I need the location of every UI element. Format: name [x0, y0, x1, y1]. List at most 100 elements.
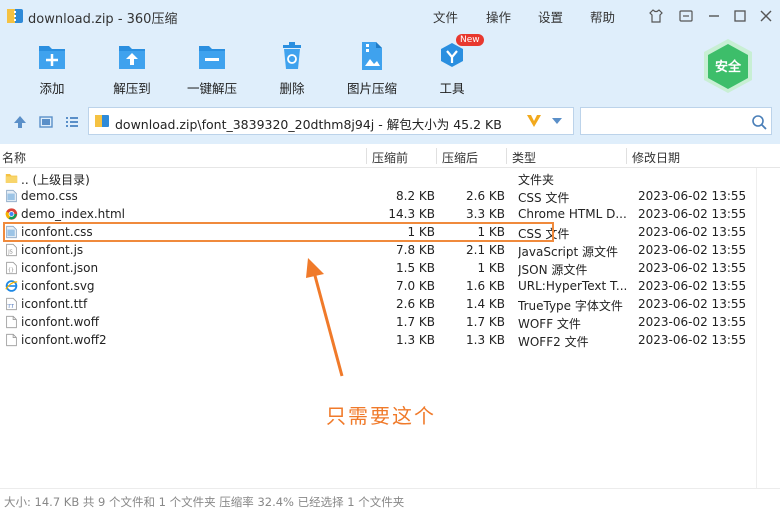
add-button[interactable]: 添加	[12, 32, 92, 100]
menu-help[interactable]: 帮助	[590, 7, 615, 26]
file-name: iconfont.js	[21, 243, 84, 257]
file-date: 2023-06-02 13:55	[638, 243, 747, 257]
trash-icon	[283, 42, 301, 69]
file-size: 14.3 KB	[388, 207, 435, 221]
column-compressed-size[interactable]: 压缩后	[442, 149, 478, 166]
file-row[interactable]: JS iconfont.js 7.8 KB 2.1 KB JavaScript 源文件 2…	[0, 241, 780, 259]
file-size: 7.8 KB	[396, 243, 435, 257]
json-file-icon: {}	[6, 261, 17, 275]
v-logo-icon[interactable]	[525, 113, 543, 129]
column-divider[interactable]	[436, 148, 437, 164]
up-arrow-icon[interactable]	[12, 114, 28, 130]
ie-icon	[5, 280, 18, 292]
file-date: 2023-06-02 13:55	[638, 333, 747, 347]
maximize-icon[interactable]	[732, 8, 748, 24]
file-row[interactable]: iconfont.svg 7.0 KB 1.6 KB URL:HyperText T.…	[0, 277, 780, 295]
column-divider[interactable]	[506, 148, 507, 164]
image-compress-icon	[362, 42, 382, 70]
chrome-icon	[5, 208, 18, 220]
tools-button[interactable]: New 工具	[412, 32, 492, 100]
delete-button[interactable]: 删除	[252, 32, 332, 100]
file-type: WOFF 文件	[518, 317, 581, 331]
column-divider[interactable]	[366, 148, 367, 164]
column-name[interactable]: 名称	[2, 149, 26, 166]
file-type: URL:HyperText T...	[518, 279, 628, 293]
svg-text:JS: JS	[7, 249, 13, 255]
search-icon[interactable]	[751, 114, 767, 130]
file-date: 2023-06-02 13:55	[638, 189, 747, 203]
one-click-extract-label: 一键解压	[186, 81, 237, 96]
file-compressed-size: 3.3 KB	[466, 207, 505, 221]
file-row[interactable]: demo.css 8.2 KB 2.6 KB CSS 文件 2023-06-02 13:…	[0, 187, 780, 205]
file-row[interactable]: iconfont.woff2 1.3 KB 1.3 KB WOFF2 文件 2023-0…	[0, 331, 780, 349]
file-compressed-size: 1.6 KB	[466, 279, 505, 293]
file-type: 文件夹	[518, 173, 555, 187]
column-type[interactable]: 类型	[512, 149, 536, 166]
file-date: 2023-06-02 13:55	[638, 225, 747, 239]
file-name: iconfont.woff2	[21, 333, 107, 347]
selection-highlight-box	[3, 222, 554, 242]
file-type: JSON 源文件	[518, 263, 588, 277]
close-icon[interactable]	[758, 8, 774, 24]
file-size: 7.0 KB	[396, 279, 435, 293]
search-input[interactable]	[580, 107, 772, 135]
one-click-extract-button[interactable]: 一键解压	[172, 32, 252, 100]
file-row[interactable]: TT iconfont.ttf 2.6 KB 1.4 KB TrueType 字体文件 2…	[0, 295, 780, 313]
extract-to-label: 解压到	[113, 81, 151, 96]
file-size: 1.3 KB	[396, 333, 435, 347]
file-type: CSS 文件	[518, 191, 570, 205]
file-row[interactable]: .. (上级目录) 文件夹	[0, 169, 780, 187]
annotation-text: 只需要这个	[326, 404, 436, 428]
file-compressed-size: 2.6 KB	[466, 189, 505, 203]
js-file-icon: JS	[6, 243, 17, 257]
file-date: 2023-06-02 13:55	[638, 315, 747, 329]
file-compressed-size: 1.4 KB	[466, 297, 505, 311]
file-row[interactable]: iconfont.woff 1.7 KB 1.7 KB WOFF 文件 2023-06-…	[0, 313, 780, 331]
chevron-down-icon[interactable]	[551, 117, 563, 125]
thumbnail-view-icon[interactable]	[38, 114, 54, 130]
file-compressed-size: 1 KB	[477, 261, 505, 275]
address-bar[interactable]: download.zip\font_3839320_20dthm8j94j - …	[88, 107, 574, 135]
file-name: demo.css	[21, 189, 78, 203]
annotation-arrow	[306, 258, 344, 377]
menu-file[interactable]: 文件	[433, 7, 458, 26]
file-type: Chrome HTML D...	[518, 207, 627, 221]
menu-operate[interactable]: 操作	[486, 7, 511, 26]
file-name: .. (上级目录)	[21, 173, 90, 187]
file-date: 2023-06-02 13:55	[638, 297, 747, 311]
skin-icon[interactable]	[648, 8, 664, 24]
svg-text:TT: TT	[7, 303, 14, 309]
file-row[interactable]: {} iconfont.json 1.5 KB 1 KB JSON 源文件 2023-06…	[0, 259, 780, 277]
column-divider[interactable]	[626, 148, 627, 164]
image-compress-button[interactable]: 图片压缩	[332, 32, 412, 100]
new-badge: New	[456, 34, 484, 46]
svg-text:{}: {}	[8, 267, 14, 273]
file-name: iconfont.woff	[21, 315, 99, 329]
file-name: iconfont.json	[21, 261, 99, 275]
file-name: iconfont.ttf	[21, 297, 88, 311]
status-text: 大小: 14.7 KB 共 9 个文件和 1 个文件夹 压缩率 32.4% 已经…	[4, 495, 405, 509]
safe-label: 安全	[715, 59, 742, 75]
list-view-icon[interactable]	[64, 114, 80, 130]
file-row[interactable]: demo_index.html 14.3 KB 3.3 KB Chrome HTML …	[0, 205, 780, 223]
file-size: 1.5 KB	[396, 261, 435, 275]
file-type: WOFF2 文件	[518, 335, 589, 349]
minimize-icon[interactable]	[706, 8, 722, 24]
safe-shield-icon[interactable]: 安全	[702, 38, 754, 94]
file-type: JavaScript 源文件	[518, 245, 618, 259]
folder-icon	[5, 173, 18, 183]
file-name: iconfont.svg	[21, 279, 95, 293]
extract-to-button[interactable]: 解压到	[92, 32, 172, 100]
address-path: download.zip\font_3839320_20dthm8j94j - …	[115, 117, 502, 132]
zip-icon	[95, 115, 109, 127]
extract-to-icon	[119, 46, 145, 69]
file-name: demo_index.html	[21, 207, 126, 221]
file-size: 1.7 KB	[396, 315, 435, 329]
file-size: 2.6 KB	[396, 297, 435, 311]
file-date: 2023-06-02 13:55	[638, 279, 747, 293]
column-size[interactable]: 压缩前	[372, 149, 408, 166]
file-type: TrueType 字体文件	[518, 299, 623, 313]
menu-settings[interactable]: 设置	[538, 7, 563, 26]
column-date[interactable]: 修改日期	[632, 149, 680, 166]
feedback-icon[interactable]	[678, 8, 694, 24]
